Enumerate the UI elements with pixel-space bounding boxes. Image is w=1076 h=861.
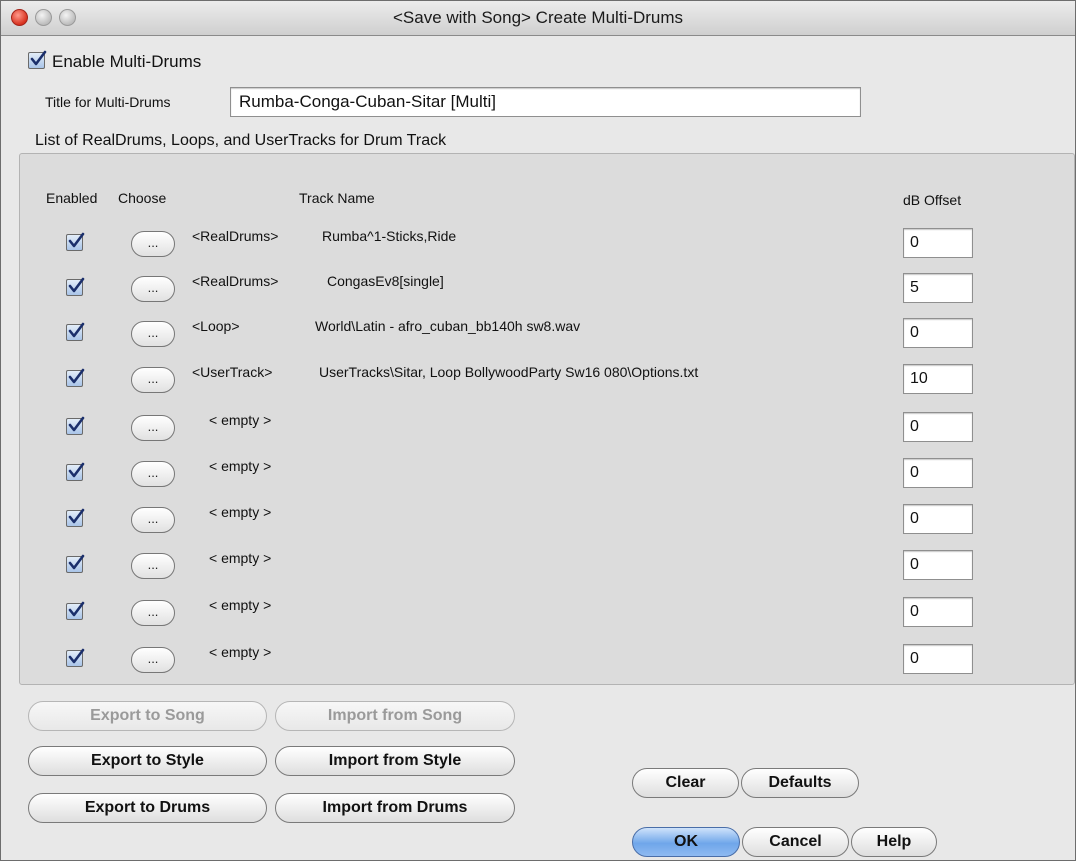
title-field-label: Title for Multi-Drums <box>45 94 171 110</box>
track-name-label: UserTracks\Sitar, Loop BollywoodParty Sw… <box>319 364 699 380</box>
checkmark-icon <box>68 322 85 338</box>
choose-track-button[interactable]: ... <box>131 231 175 257</box>
ok-button[interactable]: OK <box>632 827 740 857</box>
row-enabled-checkbox[interactable] <box>66 508 85 527</box>
choose-track-button[interactable]: ... <box>131 461 175 487</box>
row-enabled-checkbox[interactable] <box>66 648 85 667</box>
choose-track-button[interactable]: ... <box>131 321 175 347</box>
clear-button[interactable]: Clear <box>632 768 739 798</box>
track-type-label: < empty > <box>209 458 272 474</box>
checkmark-icon <box>30 50 47 66</box>
track-type-label: < empty > <box>209 597 272 613</box>
track-type-label: <UserTrack> <box>192 364 273 380</box>
db-offset-input[interactable]: 0 <box>903 412 973 442</box>
choose-track-button[interactable]: ... <box>131 553 175 579</box>
defaults-button[interactable]: Defaults <box>741 768 859 798</box>
window-title: <Save with Song> Create Multi-Drums <box>392 8 684 27</box>
track-type-label: < empty > <box>209 644 272 660</box>
db-offset-input[interactable]: 10 <box>903 364 973 394</box>
row-enabled-checkbox[interactable] <box>66 601 85 620</box>
track-name-label: Rumba^1-Sticks,Ride <box>322 228 457 244</box>
export-to-song-button[interactable]: Export to Song <box>28 701 267 731</box>
choose-track-button[interactable]: ... <box>131 415 175 441</box>
row-enabled-checkbox[interactable] <box>66 232 85 251</box>
checkmark-icon <box>68 462 85 478</box>
export-to-drums-button[interactable]: Export to Drums <box>28 793 267 823</box>
track-type-label: <RealDrums> <box>192 228 279 244</box>
db-offset-input[interactable]: 0 <box>903 644 973 674</box>
export-to-style-button[interactable]: Export to Style <box>28 746 267 776</box>
list-heading: List of RealDrums, Loops, and UserTracks… <box>35 132 447 149</box>
choose-track-button[interactable]: ... <box>131 647 175 673</box>
track-name-label: World\Latin - afro_cuban_bb140h sw8.wav <box>315 318 581 334</box>
db-offset-input[interactable]: 0 <box>903 597 973 627</box>
checkmark-icon <box>68 554 85 570</box>
row-enabled-checkbox[interactable] <box>66 368 85 387</box>
row-enabled-checkbox[interactable] <box>66 277 85 296</box>
choose-track-button[interactable]: ... <box>131 600 175 626</box>
row-enabled-checkbox[interactable] <box>66 462 85 481</box>
db-offset-input[interactable]: 0 <box>903 504 973 534</box>
db-offset-input[interactable]: 0 <box>903 550 973 580</box>
choose-track-button[interactable]: ... <box>131 367 175 393</box>
track-type-label: < empty > <box>209 550 272 566</box>
track-type-label: < empty > <box>209 412 272 428</box>
checkmark-icon <box>68 648 85 664</box>
checkmark-icon <box>68 368 85 384</box>
db-offset-input[interactable]: 0 <box>903 318 973 348</box>
enable-multi-drums-label: Enable Multi-Drums <box>52 52 202 71</box>
db-offset-input[interactable]: 0 <box>903 228 973 258</box>
track-type-label: <Loop> <box>192 318 240 334</box>
title-input[interactable]: Rumba-Conga-Cuban-Sitar [Multi] <box>230 87 861 117</box>
row-enabled-checkbox[interactable] <box>66 416 85 435</box>
help-button[interactable]: Help <box>851 827 937 857</box>
choose-track-button[interactable]: ... <box>131 276 175 302</box>
checkmark-icon <box>68 277 85 293</box>
enable-multi-drums-checkbox[interactable] <box>28 50 47 69</box>
column-choose: Choose <box>118 190 167 206</box>
column-track-name: Track Name <box>299 190 375 206</box>
db-offset-input[interactable]: 5 <box>903 273 973 303</box>
track-type-label: <RealDrums> <box>192 273 279 289</box>
column-enabled: Enabled <box>46 190 98 206</box>
row-enabled-checkbox[interactable] <box>66 554 85 573</box>
import-from-song-button[interactable]: Import from Song <box>275 701 515 731</box>
track-name-label: CongasEv8[single] <box>327 273 444 289</box>
checkmark-icon <box>68 508 85 524</box>
row-enabled-checkbox[interactable] <box>66 322 85 341</box>
checkmark-icon <box>68 416 85 432</box>
db-offset-input[interactable]: 0 <box>903 458 973 488</box>
checkmark-icon <box>68 232 85 248</box>
checkmark-icon <box>68 601 85 617</box>
import-from-drums-button[interactable]: Import from Drums <box>275 793 515 823</box>
choose-track-button[interactable]: ... <box>131 507 175 533</box>
title-bar: <Save with Song> Create Multi-Drums <box>1 1 1075 36</box>
import-from-style-button[interactable]: Import from Style <box>275 746 515 776</box>
column-db-offset: dB Offset <box>903 192 962 208</box>
cancel-button[interactable]: Cancel <box>742 827 849 857</box>
track-type-label: < empty > <box>209 504 272 520</box>
multi-drums-dialog: <Save with Song> Create Multi-Drums Enab… <box>0 0 1076 861</box>
